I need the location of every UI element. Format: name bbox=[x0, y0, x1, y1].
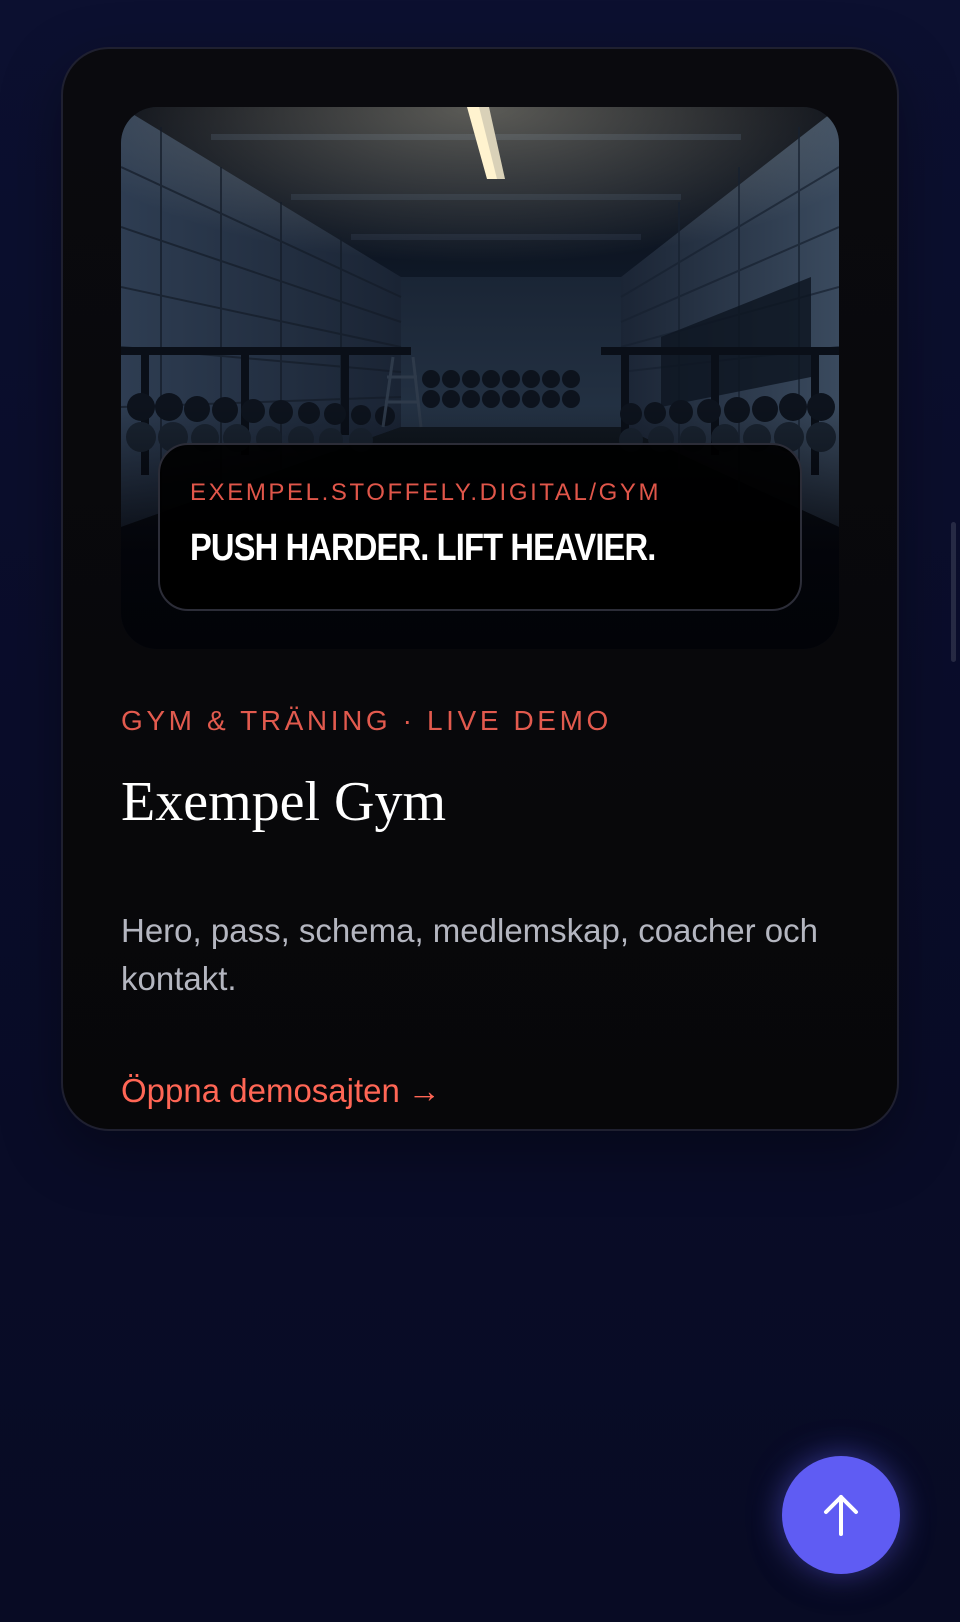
open-demo-link-label: Öppna demosajten bbox=[121, 1072, 400, 1109]
preview-slogan: PUSH HARDER. LIFT HEAVIER. bbox=[190, 527, 656, 569]
card-title: Exempel Gym bbox=[121, 771, 447, 833]
arrow-right-icon: → bbox=[407, 1072, 441, 1109]
scroll-to-top-button[interactable] bbox=[782, 1456, 900, 1574]
preview-caption: EXEMPEL.STOFFELY.DIGITAL/GYM PUSH HARDER… bbox=[158, 443, 802, 611]
open-demo-link[interactable]: Öppna demosajten → bbox=[121, 1071, 441, 1111]
scroll-indicator[interactable] bbox=[951, 522, 956, 662]
card-description: Hero, pass, schema, medlemskap, coacher … bbox=[121, 912, 818, 997]
card-category: GYM & TRÄNING · LIVE DEMO bbox=[121, 705, 612, 736]
preview-url: EXEMPEL.STOFFELY.DIGITAL/GYM bbox=[190, 479, 662, 506]
demo-preview[interactable]: EXEMPEL.STOFFELY.DIGITAL/GYM PUSH HARDER… bbox=[121, 107, 839, 649]
demo-card: EXEMPEL.STOFFELY.DIGITAL/GYM PUSH HARDER… bbox=[61, 47, 899, 1131]
arrow-up-icon bbox=[824, 1495, 858, 1536]
